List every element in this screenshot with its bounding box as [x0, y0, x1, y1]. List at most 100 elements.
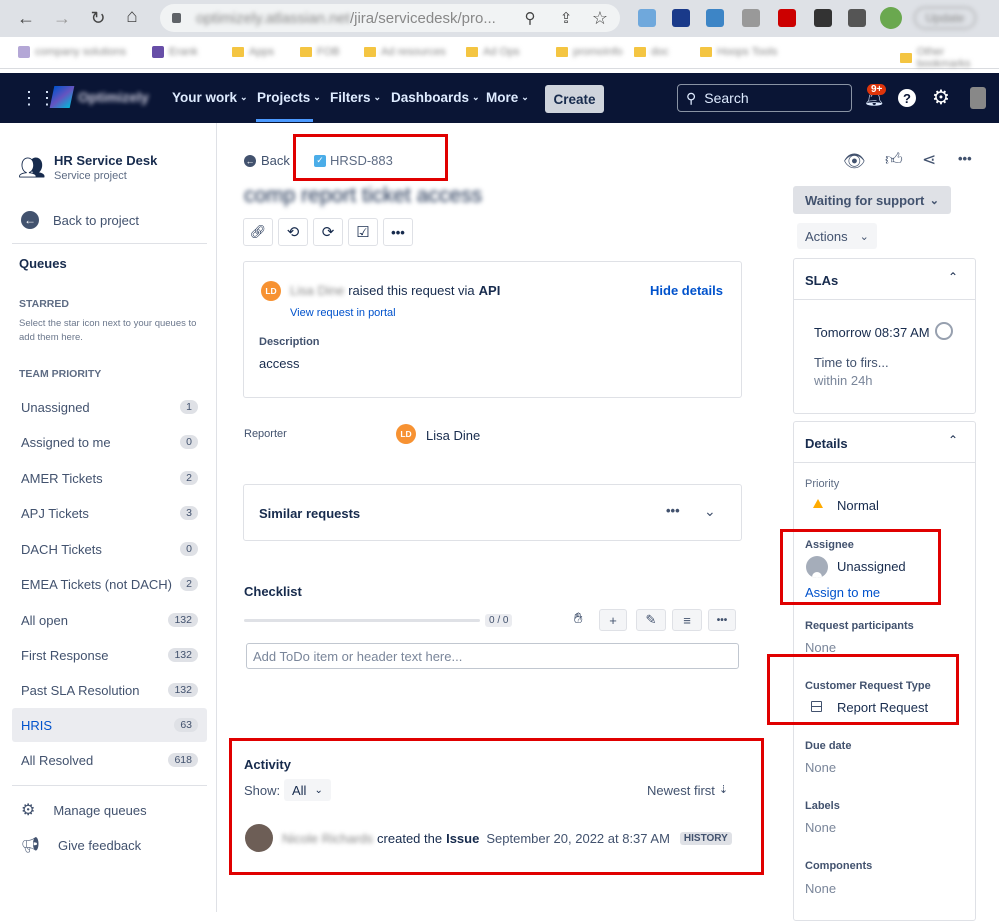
megaphone-icon: 📢︎	[21, 837, 41, 854]
linked-issue-icon[interactable]: ⟲	[278, 218, 308, 246]
eye-icon[interactable]: 👁︎	[843, 151, 866, 172]
folder-icon	[364, 47, 376, 57]
chevron-down-icon[interactable]: ⌄	[704, 503, 716, 520]
bookmark-folder[interactable]: FOB	[300, 46, 340, 58]
queue-unassigned[interactable]: Unassigned 1	[12, 390, 207, 424]
status-dropdown[interactable]: Waiting for support ⌄	[793, 186, 951, 214]
todo-input[interactable]: Add ToDo item or header text here...	[246, 643, 739, 669]
similar-requests-card[interactable]: Similar requests ••• ⌄	[243, 484, 742, 541]
queue-assigned-to-me[interactable]: Assigned to me 0	[12, 425, 207, 459]
create-button[interactable]: Create	[545, 85, 604, 113]
manage-queues-link[interactable]: ⚙ Manage queues	[12, 797, 207, 823]
queue-dach-tickets[interactable]: DACH Tickets 0	[12, 532, 207, 566]
share-icon[interactable]: ⇪	[554, 6, 578, 30]
description-text[interactable]: access	[259, 356, 299, 371]
extension-icon[interactable]	[742, 9, 760, 27]
bookmark-folder[interactable]: Other bookmarks	[900, 46, 999, 70]
queue-amer-tickets[interactable]: AMER Tickets 2	[12, 461, 207, 495]
back-to-project-link[interactable]: ← Back to project	[12, 205, 207, 235]
due-date-value[interactable]: None	[805, 760, 836, 775]
chevron-up-icon[interactable]: ⌃	[948, 433, 958, 447]
thumbs-up-icon[interactable]: 👍︎	[885, 149, 903, 170]
puzzle-icon[interactable]	[814, 9, 832, 27]
more-icon[interactable]: •••	[958, 151, 972, 166]
checklist-progress-bar	[244, 619, 480, 622]
nav-dashboards[interactable]: Dashboards ⌄	[391, 90, 480, 105]
view-portal-link[interactable]: View request in portal	[290, 307, 396, 319]
more-icon[interactable]: •••	[383, 218, 413, 246]
more-icon[interactable]: •••	[708, 609, 736, 631]
give-feedback-link[interactable]: 📢︎ Give feedback	[12, 832, 207, 858]
queue-past-sla-resolution[interactable]: Past SLA Resolution 132	[12, 673, 207, 707]
issue-title[interactable]: comp report ticket access	[244, 184, 482, 208]
nav-more[interactable]: More ⌄	[486, 90, 529, 105]
help-icon[interactable]: ?	[898, 89, 916, 107]
hide-details-link[interactable]: Hide details	[650, 283, 723, 298]
bookmark-folder[interactable]: Ad resources	[364, 46, 446, 58]
chevron-up-icon[interactable]: ⌃	[948, 270, 958, 284]
raised-line: Lisa Dine raised this request via API	[290, 283, 501, 298]
extension-icon[interactable]	[778, 9, 796, 27]
reload-icon[interactable]: ↻	[86, 6, 110, 30]
queue-first-response[interactable]: First Response 132	[12, 638, 207, 672]
forward-arrow-icon[interactable]: →	[50, 6, 74, 30]
jira-top-nav: ⋮⋮⋮ Optimizely Your work ⌄ Projects ⌄ Filt…	[0, 73, 999, 123]
priority-icon	[813, 499, 823, 508]
actions-dropdown[interactable]: Actions ⌄	[797, 223, 877, 249]
checkbox-icon[interactable]: ☑	[348, 218, 378, 246]
details-heading: Details	[805, 436, 848, 451]
filter-icon[interactable]: ≡	[672, 609, 702, 631]
link-icon[interactable]: 🔗︎	[243, 218, 273, 246]
extension-icon[interactable]	[638, 9, 656, 27]
priority-value[interactable]: Normal	[837, 498, 879, 513]
gear-icon: ⚙	[21, 802, 36, 819]
extension-icon[interactable]	[706, 9, 724, 27]
bookmark-item[interactable]: company solutions	[18, 46, 126, 58]
pencil-icon[interactable]: ✎	[636, 609, 666, 631]
folder-icon	[466, 47, 478, 57]
bookmark-folder[interactable]: Apps	[232, 46, 274, 58]
back-arrow-icon[interactable]: ←	[14, 6, 38, 30]
nav-your-work[interactable]: Your work ⌄	[172, 90, 248, 105]
bookmark-folder[interactable]: promoInfo	[556, 46, 623, 58]
queue-emea-tickets[interactable]: EMEA Tickets (not DACH) 2	[12, 567, 207, 601]
bookmark-folder[interactable]: doc	[634, 46, 669, 58]
address-bar[interactable]: optimizely.atlassian.net/jira/servicedes…	[160, 4, 620, 32]
back-link[interactable]: ← Back	[244, 153, 290, 168]
automation-icon[interactable]: ⟳	[313, 218, 343, 246]
bookmark-item[interactable]: Erank	[152, 46, 198, 58]
labels-value[interactable]: None	[805, 820, 836, 835]
home-icon[interactable]: ⌂	[120, 5, 144, 29]
profile-avatar[interactable]	[880, 7, 902, 29]
bookmark-folder[interactable]: Hoops Tools	[700, 46, 777, 58]
update-button[interactable]: Update	[914, 7, 976, 29]
add-item-button[interactable]: +	[599, 609, 627, 631]
bookmark-folder[interactable]: Ad Ops	[466, 46, 520, 58]
nav-filters[interactable]: Filters ⌄	[330, 90, 381, 105]
project-type: Service project	[54, 170, 127, 182]
hand-icon[interactable]: ✋︎	[574, 610, 583, 627]
more-icon[interactable]: •••	[666, 503, 680, 518]
components-value[interactable]: None	[805, 881, 836, 896]
share-icon[interactable]: ⋖	[922, 150, 936, 170]
queue-all-resolved[interactable]: All Resolved 618	[12, 743, 207, 777]
divider	[794, 299, 975, 300]
participants-value[interactable]: None	[805, 640, 836, 655]
logo-icon	[49, 86, 75, 108]
nav-projects[interactable]: Projects ⌄	[257, 90, 321, 105]
gear-icon[interactable]: ⚙	[932, 85, 950, 110]
avatar[interactable]	[970, 87, 986, 109]
search-input[interactable]: ⚲ Search	[677, 84, 852, 112]
logo[interactable]: Optimizely	[49, 86, 149, 108]
reporter-name[interactable]: Lisa Dine	[426, 428, 480, 443]
queue-hris[interactable]: HRIS 63	[12, 708, 207, 742]
zoom-icon[interactable]: ⚲	[518, 6, 542, 30]
queue-apj-tickets[interactable]: APJ Tickets 3	[12, 496, 207, 530]
queue-all-open[interactable]: All open 132	[12, 603, 207, 637]
url-host: optimizely.atlassian.net	[196, 9, 350, 27]
starred-hint: Select the star icon next to your queues…	[19, 318, 197, 343]
extension-icon[interactable]	[848, 9, 866, 27]
extension-icon[interactable]	[672, 9, 690, 27]
starred-heading: STARRED	[19, 298, 69, 310]
star-icon[interactable]: ☆	[588, 6, 612, 30]
